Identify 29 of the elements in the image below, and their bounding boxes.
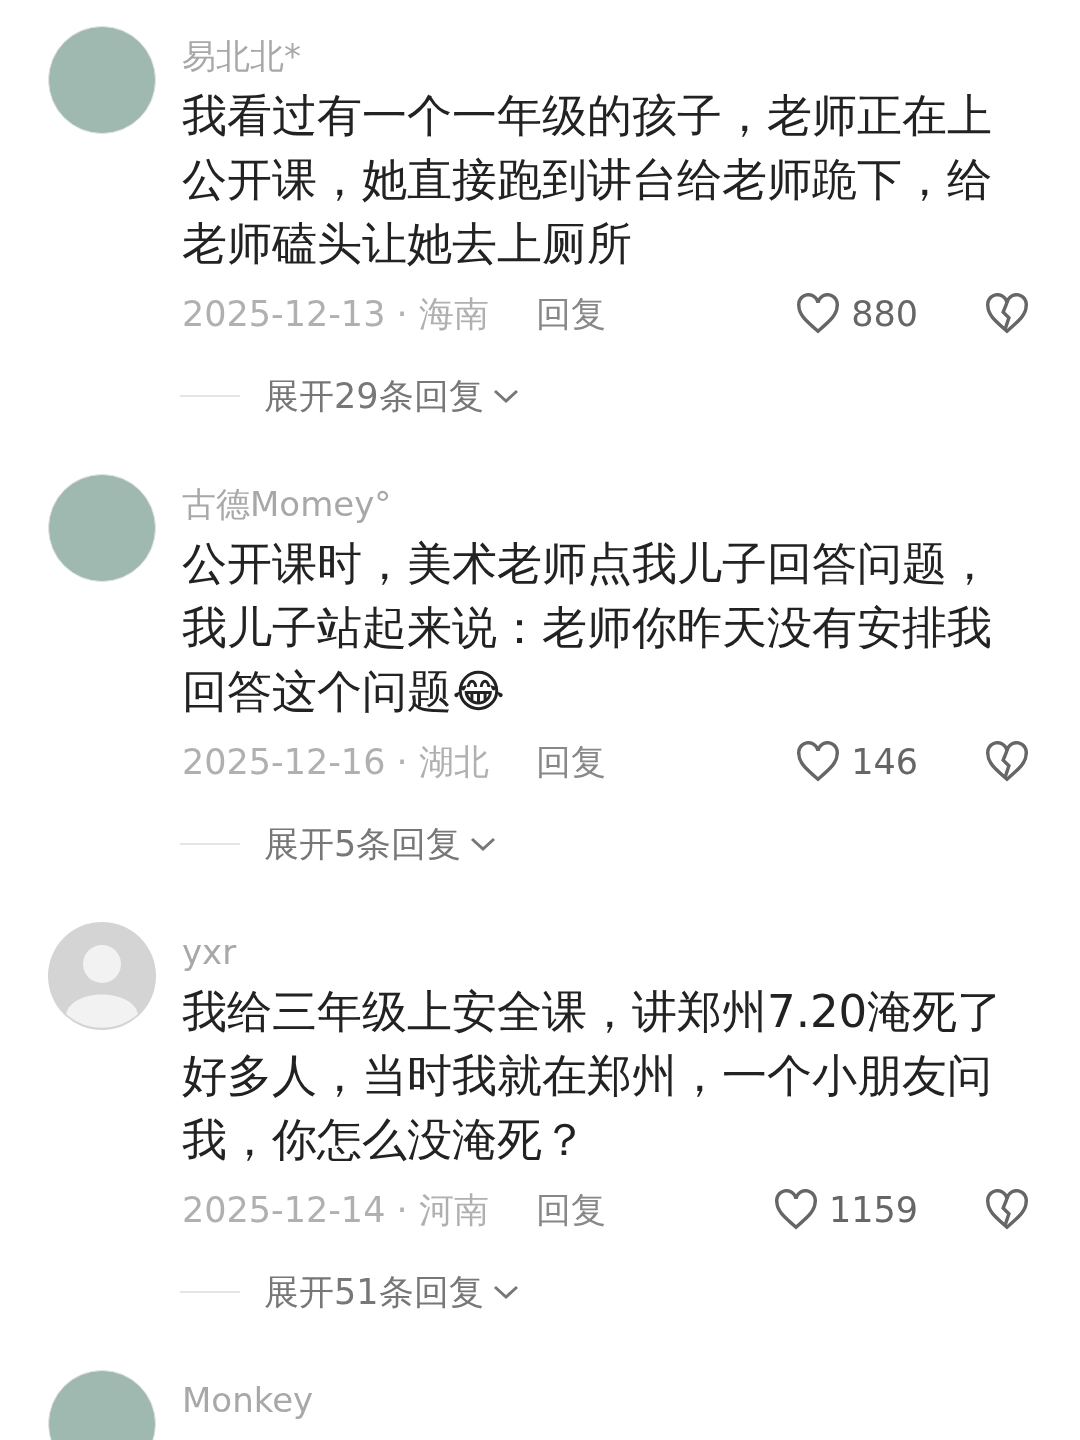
chevron-down-icon	[491, 387, 520, 406]
comment-meta: 2025-12-16 · 湖北	[182, 740, 490, 784]
comment-meta: 2025-12-13 · 海南	[182, 292, 490, 336]
like-count: 146	[851, 740, 918, 784]
default-avatar-icon	[48, 922, 156, 1030]
comment-text: 我给三年级上安全课，讲郑州7.20淹死了好多人，当时我就在郑州，一个小朋友问我，你怎么没淹死？	[182, 984, 1004, 1168]
broken-heart-icon[interactable]	[984, 1189, 1030, 1231]
expand-replies-button[interactable]: 展开5条回复	[264, 818, 498, 871]
expand-replies-button[interactable]: 展开29条回复	[264, 370, 520, 423]
reply-button[interactable]: 回复	[536, 287, 606, 341]
comment-text: 公开课时，美术老师点我儿子回答问题，我儿子站起来说：老师你昨天没有安排我回答这个问题😂	[182, 536, 993, 720]
comment-meta: 2025-12-14 · 河南	[182, 1188, 490, 1232]
like-count: 1159	[828, 1188, 918, 1232]
username[interactable]: 易北北*	[182, 34, 1040, 78]
reply-button[interactable]: 回复	[536, 1183, 606, 1237]
heart-icon[interactable]	[795, 741, 842, 783]
expand-replies-button[interactable]: 展开51条回复	[264, 1266, 520, 1319]
comment-text: 我看过有一个一年级的孩子，老师正在上公开课，她直接跑到讲台给老师跪下，给老师磕头让她去上厕所	[182, 88, 993, 272]
broken-heart-icon[interactable]	[984, 293, 1030, 335]
chevron-down-icon	[491, 1283, 520, 1302]
username[interactable]: 古德Momey°	[182, 482, 1040, 526]
username[interactable]: yxr	[182, 930, 1040, 974]
heart-icon[interactable]	[795, 293, 842, 335]
reply-button[interactable]: 回复	[536, 735, 606, 789]
heart-icon[interactable]	[772, 1189, 819, 1231]
like-count: 880	[851, 292, 918, 336]
username[interactable]: Monkey	[182, 1378, 1040, 1422]
chevron-down-icon	[469, 835, 498, 854]
broken-heart-icon[interactable]	[984, 741, 1030, 783]
